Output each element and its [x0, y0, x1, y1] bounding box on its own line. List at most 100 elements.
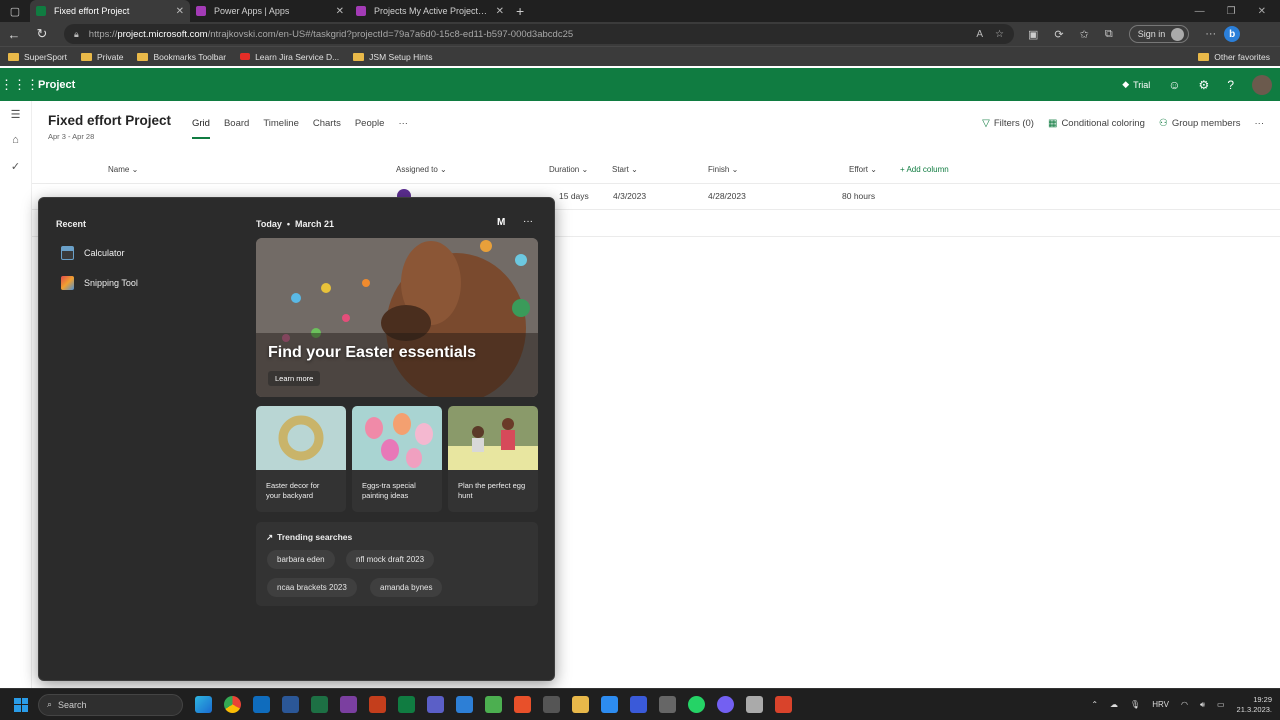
- card-painting-ideas[interactable]: Eggs-tra special painting ideas: [352, 406, 442, 512]
- close-window-icon[interactable]: ✕: [1258, 6, 1266, 17]
- more-options-icon[interactable]: ···: [523, 216, 533, 227]
- bookmark-supersport[interactable]: SuperSport: [8, 52, 67, 62]
- language-indicator[interactable]: HRV: [1152, 700, 1169, 709]
- other-favorites[interactable]: Other favorites: [1198, 52, 1280, 62]
- learn-more-button[interactable]: Learn more: [268, 371, 321, 386]
- bookmark-toolbar[interactable]: Bookmarks Toolbar: [137, 52, 226, 62]
- app-circle-icon[interactable]: [543, 696, 560, 713]
- app-a-icon[interactable]: [659, 696, 676, 713]
- trending-chip[interactable]: ncaa brackets 2023: [267, 578, 357, 597]
- start-cell[interactable]: 4/3/2023: [613, 191, 646, 201]
- column-header-effort[interactable]: Effort ⌄: [849, 165, 877, 174]
- edge-icon[interactable]: [195, 696, 212, 713]
- new-tab-icon[interactable]: +: [516, 3, 524, 19]
- user-avatar[interactable]: [1252, 74, 1272, 95]
- bookmark-learn-jira[interactable]: Learn Jira Service D...: [240, 52, 339, 62]
- recent-item-calculator[interactable]: Calculator: [61, 246, 125, 260]
- settings-gear-icon[interactable]: ⚙: [1199, 78, 1210, 92]
- project-icon[interactable]: [398, 696, 415, 713]
- trending-chip[interactable]: barbara eden: [267, 550, 335, 569]
- back-icon[interactable]: ←: [0, 27, 28, 42]
- column-header-assigned[interactable]: Assigned to ⌄: [396, 165, 447, 174]
- trending-chip[interactable]: nfl mock draft 2023: [346, 550, 435, 569]
- todo-icon[interactable]: [456, 696, 473, 713]
- trial-button[interactable]: ◆ Trial: [1122, 79, 1150, 90]
- card-egg-hunt[interactable]: Plan the perfect egg hunt: [448, 406, 538, 512]
- finish-cell[interactable]: 4/28/2023: [708, 191, 746, 201]
- tab-board[interactable]: Board: [224, 118, 249, 139]
- app-launcher-icon[interactable]: ⋮⋮⋮: [0, 77, 39, 93]
- excel-icon[interactable]: [311, 696, 328, 713]
- chrome-icon[interactable]: [224, 696, 241, 713]
- hamburger-menu-icon[interactable]: ☰: [0, 101, 31, 127]
- feedback-smiley-icon[interactable]: ☺: [1168, 78, 1180, 92]
- tasks-check-icon[interactable]: ✓: [0, 153, 31, 179]
- card-easter-decor[interactable]: Easter decor for your backyard: [256, 406, 346, 512]
- onenote-icon[interactable]: [340, 696, 357, 713]
- browser-tab-project[interactable]: Fixed effort Project ✕: [30, 0, 190, 22]
- group-members-button[interactable]: ⚇ Group members: [1159, 118, 1241, 129]
- taskbar-search-box[interactable]: ⌕ Search: [38, 693, 183, 716]
- column-header-finish[interactable]: Finish ⌄: [708, 165, 738, 174]
- conditional-coloring-button[interactable]: ▦ Conditional coloring: [1048, 118, 1145, 129]
- app-s-icon[interactable]: [514, 696, 531, 713]
- zoom-icon[interactable]: [601, 696, 618, 713]
- read-aloud-icon[interactable]: A: [976, 29, 983, 40]
- filters-button[interactable]: ▽ Filters (0): [982, 118, 1034, 129]
- tab-people[interactable]: People: [355, 118, 385, 139]
- teams-icon[interactable]: [427, 696, 444, 713]
- whatsapp-icon[interactable]: [688, 696, 705, 713]
- microphone-icon[interactable]: 🎙︎: [1130, 700, 1140, 709]
- outlook-icon[interactable]: [253, 696, 270, 713]
- tab-charts[interactable]: Charts: [313, 118, 341, 139]
- battery-icon[interactable]: ▭: [1217, 700, 1225, 709]
- more-options-icon[interactable]: ···: [1255, 118, 1265, 129]
- more-options-icon[interactable]: ···: [1205, 28, 1216, 40]
- browser-tab-projects[interactable]: Projects My Active Projects - Po ✕: [350, 0, 510, 22]
- bookmark-jsm-setup[interactable]: JSM Setup Hints: [353, 52, 432, 62]
- minimize-icon[interactable]: —: [1195, 6, 1205, 17]
- recent-item-snipping-tool[interactable]: Snipping Tool: [61, 276, 138, 290]
- wifi-icon[interactable]: ◠: [1181, 700, 1188, 709]
- volume-icon[interactable]: 🔊︎: [1200, 700, 1205, 710]
- viber-icon[interactable]: [717, 696, 734, 713]
- snipping-tool-taskbar-icon[interactable]: [746, 696, 763, 713]
- word-icon[interactable]: [282, 696, 299, 713]
- favorites-icon[interactable]: ✩: [1080, 28, 1089, 41]
- close-tab-icon[interactable]: ✕: [176, 6, 184, 17]
- tab-grid[interactable]: Grid: [192, 118, 210, 139]
- column-header-start[interactable]: Start ⌄: [612, 165, 638, 174]
- clock[interactable]: 19:29 21.3.2023.: [1237, 695, 1272, 715]
- effort-cell[interactable]: 80 hours: [842, 191, 875, 201]
- app-c-icon[interactable]: [775, 696, 792, 713]
- browser-tab-powerapps[interactable]: Power Apps | Apps ✕: [190, 0, 350, 22]
- close-tab-icon[interactable]: ✕: [496, 6, 504, 17]
- powerpoint-icon[interactable]: [369, 696, 386, 713]
- url-field[interactable]: 🔒︎ https://project.microsoft.com/ntrajko…: [64, 24, 1014, 44]
- bing-chat-icon[interactable]: b: [1224, 26, 1241, 42]
- bookmark-private[interactable]: Private: [81, 52, 123, 62]
- restore-icon[interactable]: ❐: [1227, 6, 1236, 17]
- profile-initial[interactable]: M: [497, 217, 505, 228]
- add-favorite-icon[interactable]: ☆: [995, 29, 1004, 40]
- column-header-name[interactable]: Name ⌄: [108, 165, 138, 174]
- add-column-button[interactable]: + Add column: [900, 165, 949, 174]
- chevron-up-icon[interactable]: ⌃: [1091, 700, 1098, 709]
- home-icon[interactable]: ⌂: [0, 127, 31, 153]
- duration-cell[interactable]: 15 days: [559, 191, 589, 201]
- tab-actions-icon[interactable]: ▢: [0, 0, 30, 22]
- more-views-icon[interactable]: ···: [398, 118, 408, 139]
- refresh-extension-icon[interactable]: ⟳: [1054, 28, 1063, 41]
- sign-in-button[interactable]: Sign in: [1128, 25, 1190, 43]
- bitwarden-icon[interactable]: [630, 696, 647, 713]
- project-title[interactable]: Fixed effort Project: [48, 113, 171, 128]
- refresh-icon[interactable]: ↻: [28, 26, 56, 42]
- tab-timeline[interactable]: Timeline: [263, 118, 299, 139]
- file-explorer-icon[interactable]: [572, 696, 589, 713]
- hero-card[interactable]: Find your Easter essentials Learn more: [256, 238, 538, 397]
- onedrive-icon[interactable]: ☁: [1110, 700, 1118, 709]
- column-header-duration[interactable]: Duration ⌄: [549, 165, 588, 174]
- extension-icon[interactable]: ▣: [1028, 28, 1038, 41]
- help-icon[interactable]: ?: [1227, 78, 1234, 92]
- windows-start-icon[interactable]: [14, 697, 28, 712]
